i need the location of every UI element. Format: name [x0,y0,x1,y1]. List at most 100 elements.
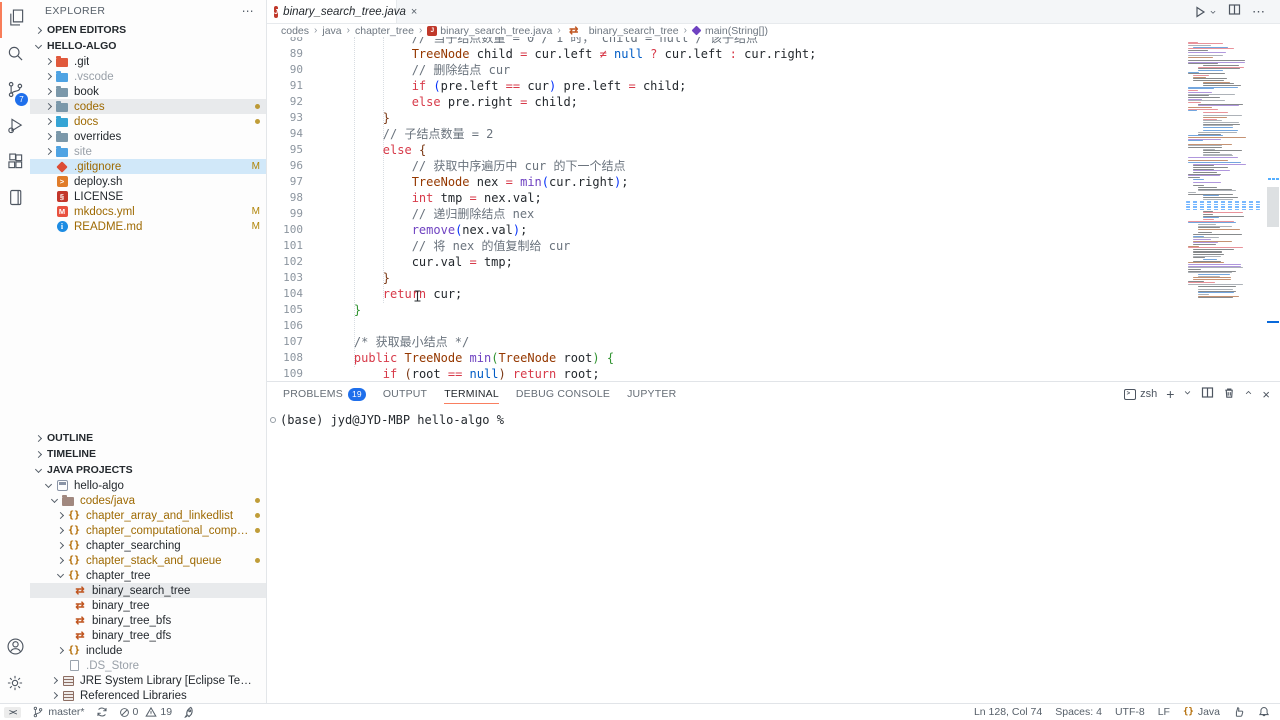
section-open-editors[interactable]: OPEN EDITORS [30,22,266,38]
terminal-dropdown-button[interactable] [1183,388,1192,400]
tree-item-book[interactable]: book [30,84,266,99]
problems-summary[interactable]: 0 19 [119,706,173,718]
tree-item-docs[interactable]: docs [30,114,266,129]
breadcrumb-item[interactable]: ⇄binary_search_tree [566,24,679,37]
code-line-101: 101 // 将 nex 的值复制给 cur [267,238,1180,254]
split-editor-button[interactable] [1228,3,1241,21]
tree-item-license[interactable]: §LICENSE [30,189,266,204]
sidebar-more-actions[interactable]: ⋯ [242,4,254,18]
breadcrumb-item[interactable]: chapter_tree [355,25,414,37]
line-number: 95 [267,142,303,158]
activitybar-settings[interactable] [0,667,30,703]
line-number: 102 [267,254,303,270]
sync-button[interactable] [96,706,108,718]
tree-item--ds_store[interactable]: .DS_Store [30,658,266,673]
activitybar-extensions[interactable] [0,146,30,182]
language-mode[interactable]: {} Java [1183,706,1220,718]
chevron-down-icon [45,481,52,488]
activitybar-notebook[interactable] [0,182,30,218]
tab-close-icon[interactable]: × [411,6,417,18]
files-icon [6,7,27,33]
notifications[interactable] [1258,706,1270,718]
tree-item-binary_search_tree[interactable]: ⇄binary_search_tree [30,583,266,598]
tree-item-binary_tree_bfs[interactable]: ⇄binary_tree_bfs [30,613,266,628]
tree-item-overrides[interactable]: overrides [30,129,266,144]
terminal-prompt: (base) jyd@JYD-MBP hello-algo % [280,413,504,427]
section-workspace-root[interactable]: HELLO-ALGO [30,38,266,54]
activitybar-search[interactable] [0,38,30,74]
minimap[interactable] [1186,40,1264,299]
panel-tab-output[interactable]: OUTPUT [383,382,427,406]
scrollbar-thumb[interactable] [1267,187,1279,227]
tree-item-chapter_stack_and_queue[interactable]: {}chapter_stack_and_queue [30,553,266,568]
tree-item-referenced-libraries[interactable]: Referenced Libraries [30,688,266,703]
breadcrumb-item[interactable]: main(String[]) [692,25,768,37]
tree-item-site[interactable]: site [30,144,266,159]
class-icon: ⇄ [72,614,88,627]
remote-indicator[interactable]: >< [4,707,21,718]
breadcrumb-item[interactable]: Jbinary_search_tree.java [427,25,552,37]
tree-item-deploy-sh[interactable]: >deploy.sh [30,174,266,189]
terminal-shell-picker[interactable]: > zsh [1124,388,1157,400]
tree-item-binary_tree[interactable]: ⇄binary_tree [30,598,266,613]
tree-item-label: hello-algo [74,480,124,492]
tree-item--vscode[interactable]: .vscode [30,69,266,84]
tree-item--git[interactable]: .git [30,54,266,69]
activitybar-explorer[interactable] [0,2,30,38]
tree-item--gitignore[interactable]: .gitignoreM [30,159,266,174]
chevron-down-icon [51,496,58,503]
git-modified-badge: M [252,221,260,232]
section-timeline[interactable]: TIMELINE [30,446,266,462]
section-java-projects[interactable]: JAVA PROJECTS [30,462,266,478]
chevron-right-icon [45,58,52,65]
editor-group: J binary_search_tree.java × ⋯ codes›java… [267,0,1280,703]
git-branch-item[interactable]: master* [32,705,84,719]
breadcrumb-item[interactable]: java [322,25,341,37]
kill-terminal-button[interactable] [1223,387,1235,402]
tree-item-readme-md[interactable]: iREADME.mdM [30,219,266,234]
activitybar-account[interactable] [0,631,30,667]
tree-item-chapter_tree[interactable]: {}chapter_tree [30,568,266,583]
new-terminal-button[interactable]: + [1166,386,1174,402]
tree-item-label: chapter_array_and_linkedlist [86,510,233,522]
run-button[interactable] [1193,5,1217,19]
panel-tab-terminal[interactable]: TERMINAL [444,382,499,406]
tree-item-label: .vscode [74,71,114,83]
encoding[interactable]: UTF-8 [1115,706,1145,718]
breadcrumb-item[interactable]: codes [281,25,309,37]
tree-item-codes-java[interactable]: codes/java [30,493,266,508]
code-editor[interactable]: 88 // 当子结点数量 = 0 / 1 时， child = null / 该… [267,37,1280,381]
terminal-content[interactable]: (base) jyd@JYD-MBP hello-algo % [267,406,1280,703]
indentation[interactable]: Spaces: 4 [1055,706,1102,718]
chevron-right-icon [45,133,52,140]
tree-item-binary_tree_dfs[interactable]: ⇄binary_tree_dfs [30,628,266,643]
class-icon: ⇄ [72,629,88,642]
close-panel-button[interactable]: × [1262,387,1270,402]
split-terminal-button[interactable] [1201,386,1214,402]
line-number: 97 [267,174,303,190]
panel-tab-jupyter[interactable]: JUPYTER [627,382,676,406]
panel-tab-debug-console[interactable]: DEBUG CONSOLE [516,382,610,406]
eol-sequence[interactable]: LF [1158,706,1170,718]
tree-item-label: chapter_searching [86,540,181,552]
package-icon: {} [66,509,82,522]
tree-item-hello-algo[interactable]: hello-algo [30,478,266,493]
tree-item-mkdocs-yml[interactable]: Mmkdocs.ymlM [30,204,266,219]
tree-item-chapter_computational_complexity[interactable]: {}chapter_computational_complexity [30,523,266,538]
editor-more-actions[interactable]: ⋯ [1252,4,1266,20]
tree-item-include[interactable]: {}include [30,643,266,658]
chevron-right-icon [45,148,52,155]
tree-item-chapter_array_and_linkedlist[interactable]: {} chapter_array_and_linkedlist [30,508,266,523]
tree-item-jre-system-library-eclipse-temurin-17-17-[interactable]: JRE System Library [Eclipse Temurin 17 [… [30,673,266,688]
activitybar-source-control[interactable]: 7 [0,74,30,110]
section-outline[interactable]: OUTLINE [30,430,266,446]
tree-item-chapter_searching[interactable]: {}chapter_searching [30,538,266,553]
tree-item-codes[interactable]: codes [30,99,266,114]
activitybar-run-debug[interactable] [0,110,30,146]
tab-binary-search-tree[interactable]: J binary_search_tree.java × [267,0,397,23]
java-status[interactable] [1233,706,1245,718]
cursor-position[interactable]: Ln 128, Col 74 [974,706,1042,718]
maximize-panel-button[interactable] [1244,388,1253,400]
java-ready-status[interactable] [183,706,195,718]
panel-tab-problems[interactable]: PROBLEMS19 [283,382,366,406]
